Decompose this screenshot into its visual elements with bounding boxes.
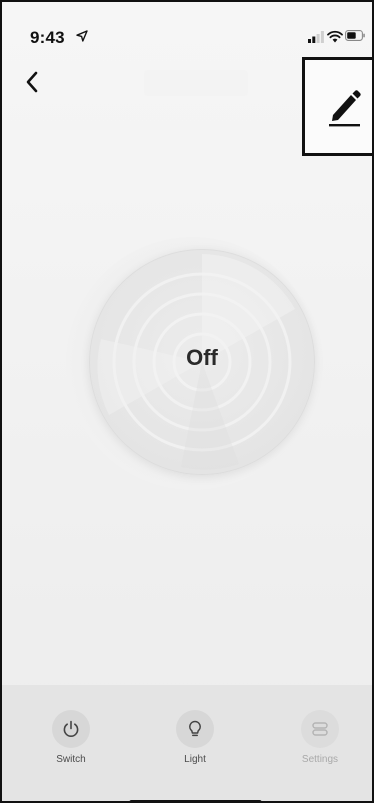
tab-switch[interactable]: Switch xyxy=(26,710,116,770)
tab-light-label: Light xyxy=(184,754,206,765)
edit-button[interactable] xyxy=(302,57,372,156)
status-bar: 9:43 xyxy=(2,2,372,52)
power-icon xyxy=(63,720,79,737)
status-time: 9:43 xyxy=(30,28,65,47)
battery-icon xyxy=(345,30,365,41)
tab-settings[interactable]: Settings xyxy=(275,710,365,770)
device-title-placeholder xyxy=(144,70,248,96)
phone-screen: 9:43 Off Switch Light Settings xyxy=(0,0,374,803)
chevron-left-icon xyxy=(26,71,38,93)
tab-settings-circle xyxy=(301,710,339,748)
back-button[interactable] xyxy=(18,66,46,98)
pencil-icon xyxy=(328,89,361,126)
lightbulb-icon xyxy=(189,720,201,737)
wifi-icon xyxy=(327,30,343,43)
bottom-tab-bar: Switch Light Settings xyxy=(2,685,372,801)
tab-switch-label: Switch xyxy=(56,754,86,765)
location-arrow-icon xyxy=(76,30,88,42)
tab-light-circle xyxy=(176,710,214,748)
settings-icon xyxy=(312,722,328,736)
tab-settings-label: Settings xyxy=(301,754,339,765)
power-toggle-button[interactable]: Off xyxy=(89,249,315,475)
tab-switch-circle xyxy=(52,710,90,748)
tab-light[interactable]: Light xyxy=(150,710,240,770)
signal-icon xyxy=(308,31,324,43)
power-state-label: Off xyxy=(186,345,218,370)
